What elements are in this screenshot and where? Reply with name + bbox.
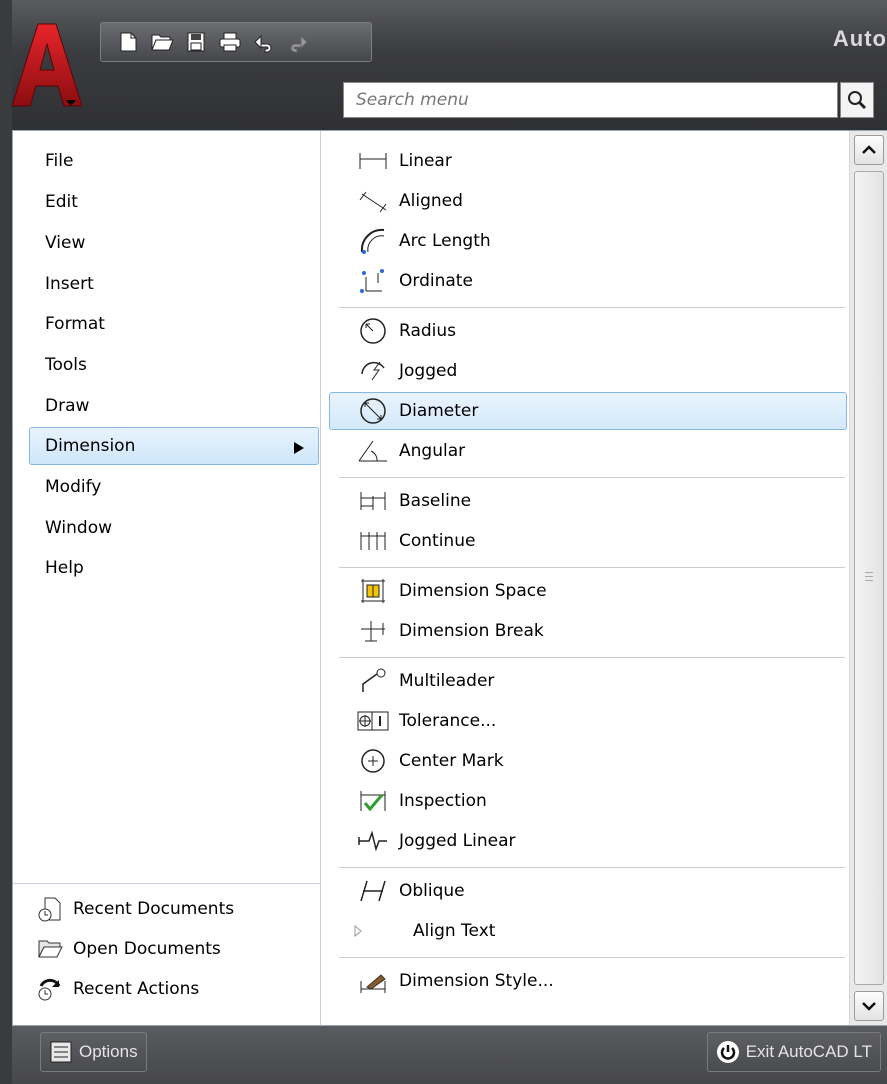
- search-input[interactable]: [344, 83, 837, 117]
- submenu-radius[interactable]: Radius: [329, 312, 847, 350]
- center-mark-icon: [353, 746, 393, 776]
- recent-section: Recent Documents Open Documents Recent A…: [13, 883, 320, 1027]
- separator: [339, 957, 845, 958]
- main-menu-insert[interactable]: Insert: [29, 265, 319, 303]
- main-menu-edit[interactable]: Edit: [29, 183, 319, 221]
- submenu-aligned[interactable]: Aligned: [329, 182, 847, 220]
- logo-dropdown-icon[interactable]: [66, 100, 76, 106]
- submenu-dimension-space[interactable]: Dimension Space: [329, 572, 847, 610]
- menu-footer: Options Exit AutoCAD LT: [12, 1026, 887, 1084]
- recent-actions-item[interactable]: Recent Actions: [37, 972, 199, 1006]
- main-menu-draw[interactable]: Draw: [29, 387, 319, 425]
- scroll-up-icon[interactable]: [854, 135, 884, 165]
- radius-icon: [353, 316, 393, 346]
- power-icon: [716, 1041, 739, 1063]
- submenu-arrow-icon: [353, 916, 393, 946]
- separator: [339, 867, 845, 868]
- main-menu-help[interactable]: Help: [29, 549, 319, 587]
- submenu-tolerance[interactable]: Tolerance...: [329, 702, 847, 740]
- separator: [339, 307, 845, 308]
- scrollbar[interactable]: [849, 131, 887, 1025]
- submenu-align-text[interactable]: Align Text: [329, 912, 847, 950]
- dimension-space-icon: [353, 576, 393, 606]
- submenu-ordinate[interactable]: Ordinate: [329, 262, 847, 300]
- main-menu-window[interactable]: Window: [29, 509, 319, 547]
- open-documents-item[interactable]: Open Documents: [37, 932, 221, 966]
- search-box: [343, 82, 838, 118]
- separator: [339, 567, 845, 568]
- open-icon[interactable]: [149, 29, 175, 55]
- submenu-multileader[interactable]: Multileader: [329, 662, 847, 700]
- open-documents-icon: [38, 940, 63, 958]
- scroll-thumb[interactable]: [854, 171, 884, 985]
- submenu-arrow-icon: [294, 442, 304, 454]
- submenu-dimension-break[interactable]: Dimension Break: [329, 612, 847, 650]
- main-menu: File Edit View Insert Format Tools Draw …: [13, 131, 321, 1025]
- dimension-submenu: Linear Aligned Arc Length Ordinate Radiu…: [321, 131, 849, 1025]
- separator: [339, 477, 845, 478]
- separator: [339, 657, 845, 658]
- main-menu-dimension[interactable]: Dimension: [29, 427, 319, 465]
- submenu-continue[interactable]: Continue: [329, 522, 847, 560]
- scroll-down-icon[interactable]: [854, 991, 884, 1021]
- main-menu-tools[interactable]: Tools: [29, 346, 319, 384]
- recent-documents-item[interactable]: Recent Documents: [37, 892, 234, 926]
- submenu-angular[interactable]: Angular: [329, 432, 847, 470]
- submenu-arc-length[interactable]: Arc Length: [329, 222, 847, 260]
- baseline-icon: [353, 486, 393, 516]
- quick-access-toolbar: [100, 22, 372, 62]
- diameter-icon: [353, 396, 393, 426]
- options-icon: [50, 1041, 72, 1063]
- multileader-icon: [353, 666, 393, 696]
- ordinate-icon: [353, 266, 393, 296]
- application-menu-window: Auto File Edit View Insert Format Tools …: [0, 0, 887, 1084]
- dimension-break-icon: [353, 616, 393, 646]
- oblique-icon: [353, 876, 393, 906]
- tolerance-icon: [353, 706, 393, 736]
- exit-button[interactable]: Exit AutoCAD LT: [706, 1032, 881, 1072]
- print-icon[interactable]: [217, 29, 243, 55]
- redo-icon[interactable]: [285, 29, 311, 55]
- search-icon[interactable]: [840, 82, 874, 118]
- undo-icon[interactable]: [251, 29, 277, 55]
- main-menu-modify[interactable]: Modify: [29, 468, 319, 506]
- submenu-jogged-linear[interactable]: Jogged Linear: [329, 822, 847, 860]
- recent-actions-icon: [38, 978, 61, 1001]
- submenu-inspection[interactable]: Inspection: [329, 782, 847, 820]
- main-menu-format[interactable]: Format: [29, 305, 319, 343]
- submenu-jogged[interactable]: Jogged: [329, 352, 847, 390]
- menu-panel: File Edit View Insert Format Tools Draw …: [12, 130, 887, 1026]
- submenu-baseline[interactable]: Baseline: [329, 482, 847, 520]
- continue-icon: [353, 526, 393, 556]
- submenu-diameter[interactable]: Diameter: [329, 392, 847, 430]
- dimension-style-icon: [353, 966, 393, 996]
- angular-icon: [353, 436, 393, 466]
- linear-dimension-icon: [353, 146, 393, 176]
- recent-documents-icon: [38, 897, 61, 922]
- submenu-oblique[interactable]: Oblique: [329, 872, 847, 910]
- options-button[interactable]: Options: [40, 1032, 147, 1072]
- jogged-icon: [353, 356, 393, 386]
- app-title: Auto: [832, 26, 887, 51]
- inspection-icon: [353, 786, 393, 816]
- new-icon[interactable]: [115, 29, 141, 55]
- submenu-center-mark[interactable]: Center Mark: [329, 742, 847, 780]
- aligned-dimension-icon: [353, 186, 393, 216]
- save-icon[interactable]: [183, 29, 209, 55]
- submenu-dimension-style[interactable]: Dimension Style...: [329, 962, 847, 1000]
- main-menu-view[interactable]: View: [29, 224, 319, 262]
- arc-length-icon: [353, 226, 393, 256]
- submenu-linear[interactable]: Linear: [329, 142, 847, 180]
- jogged-linear-icon: [353, 826, 393, 856]
- main-menu-file[interactable]: File: [29, 142, 319, 180]
